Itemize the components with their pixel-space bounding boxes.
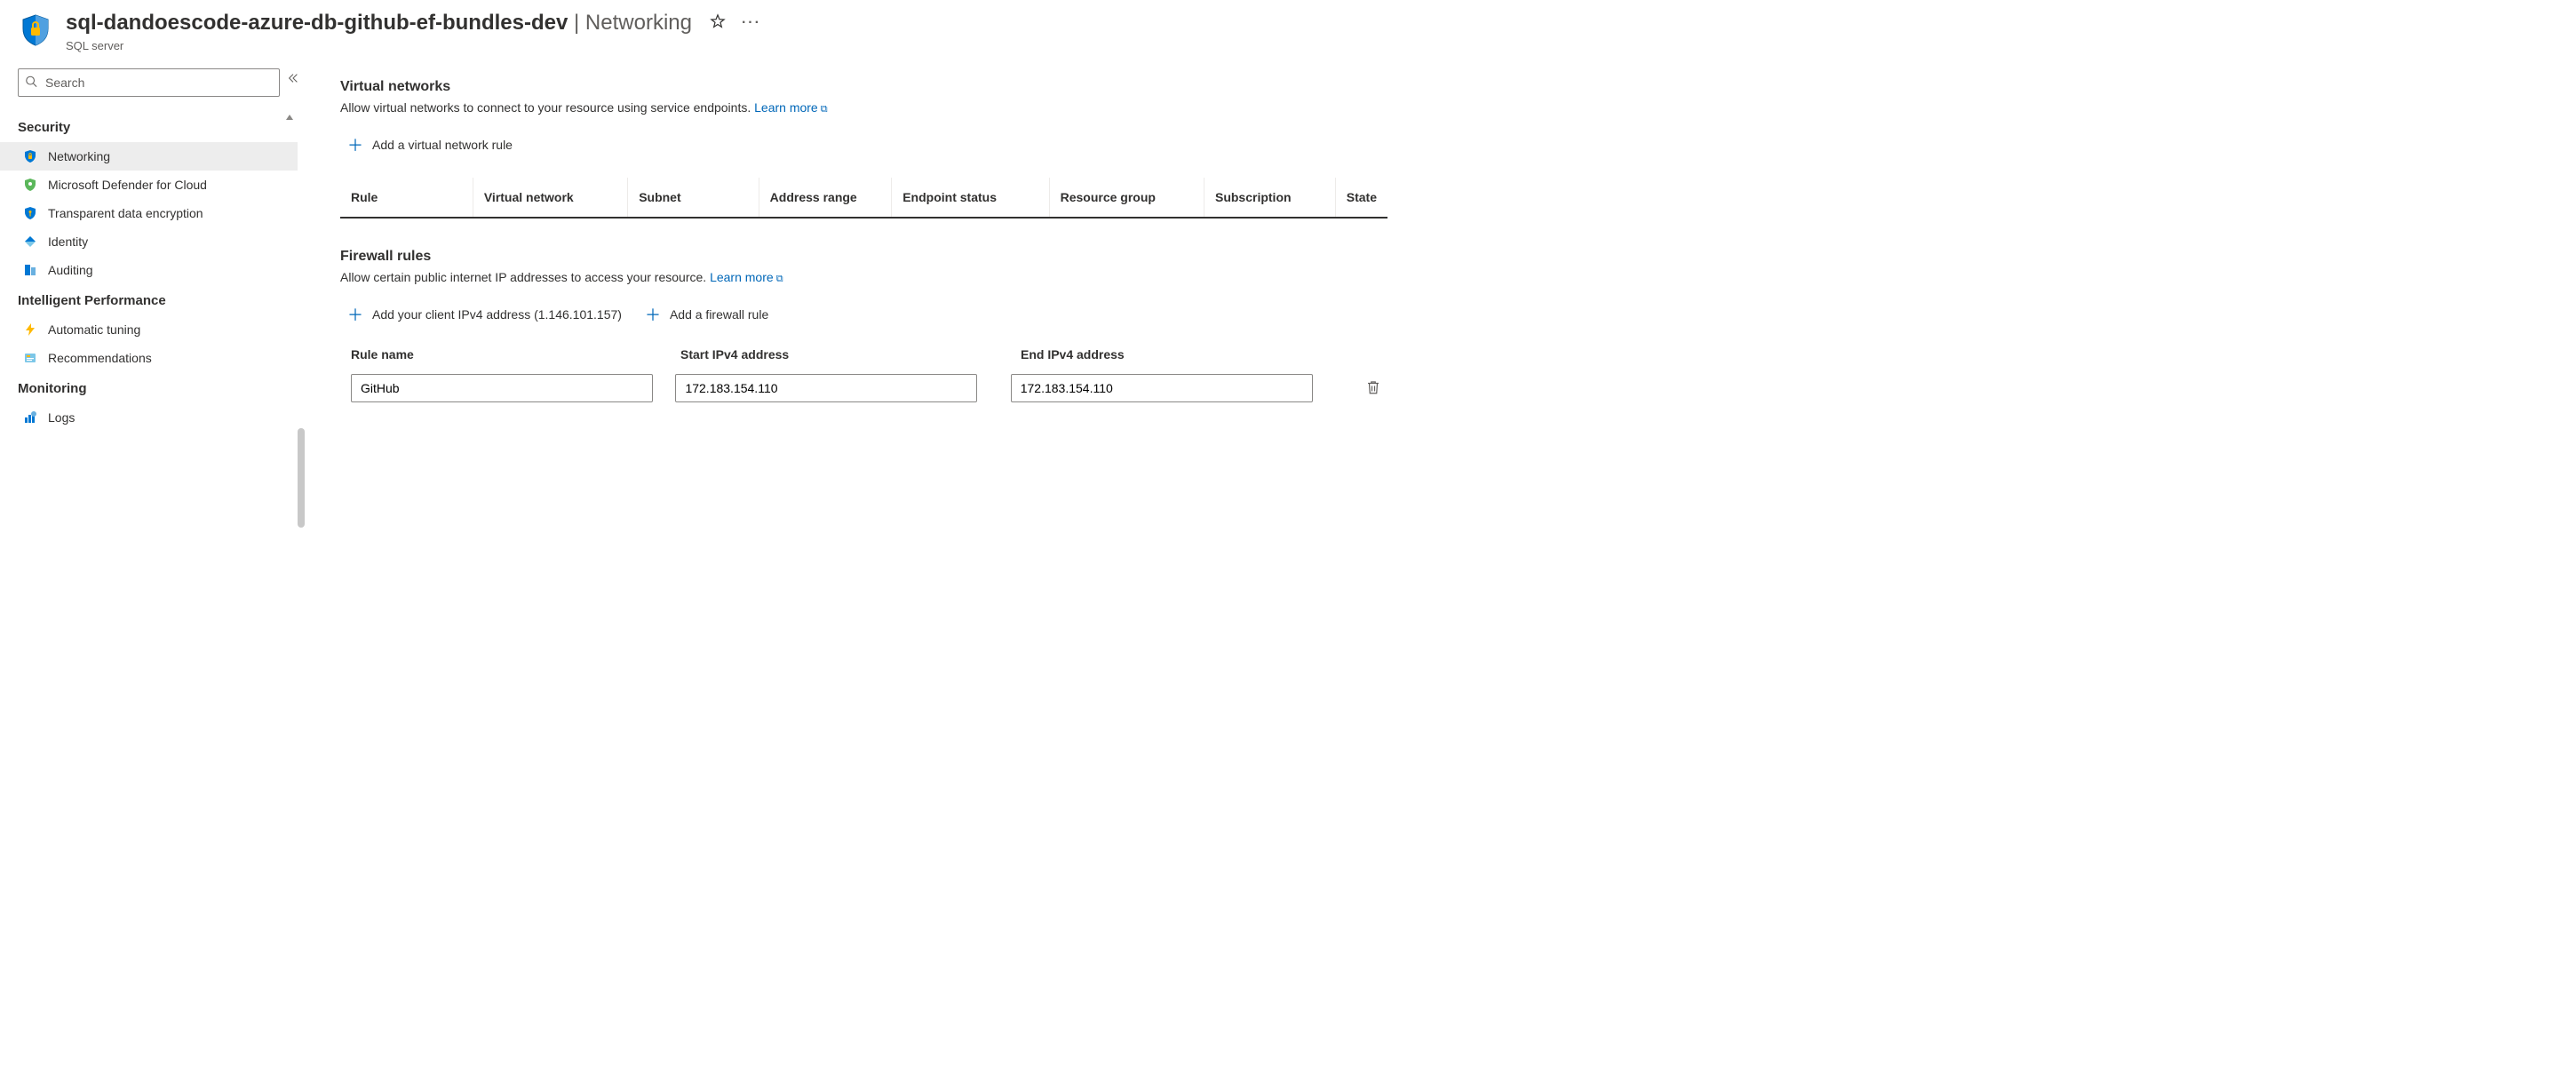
- firewall-col-start-ip: Start IPv4 address: [680, 347, 1005, 362]
- sidebar-item-label: Logs: [48, 410, 75, 425]
- identity-icon: [23, 234, 37, 249]
- firewall-section-title: Firewall rules: [340, 249, 1381, 265]
- auditing-icon: [23, 263, 37, 277]
- shield-key-icon: [23, 206, 37, 220]
- vnet-col-state[interactable]: State: [1335, 178, 1387, 218]
- add-client-ip-button[interactable]: ＋ Add your client IPv4 address (1.146.10…: [347, 301, 622, 328]
- firewall-table-header: Rule name Start IPv4 address End IPv4 ad…: [340, 347, 1381, 374]
- sidebar-item-label: Networking: [48, 149, 110, 163]
- sidebar-item-label: Automatic tuning: [48, 322, 140, 337]
- vnet-col-subnet[interactable]: Subnet: [628, 178, 759, 218]
- plus-icon: ＋: [347, 303, 363, 326]
- vnet-col-virtual-network[interactable]: Virtual network: [473, 178, 627, 218]
- firewall-section-desc: Allow certain public internet IP address…: [340, 270, 1381, 285]
- plus-icon: ＋: [347, 133, 363, 156]
- vnet-col-rule[interactable]: Rule: [340, 178, 473, 218]
- lightning-icon: [23, 322, 37, 337]
- add-vnet-rule-button[interactable]: ＋ Add a virtual network rule: [347, 131, 513, 158]
- firewall-rule-start-ip-input[interactable]: [675, 374, 977, 402]
- sidebar-item-label: Transparent data encryption: [48, 206, 203, 220]
- sidebar-group-intelligent: Intelligent Performance: [18, 284, 298, 315]
- sidebar-item-identity[interactable]: Identity: [0, 227, 298, 256]
- main-content: Virtual networks Allow virtual networks …: [298, 60, 1390, 420]
- sidebar-scrollbar-thumb[interactable]: [298, 428, 305, 528]
- vnet-col-resource-group[interactable]: Resource group: [1049, 178, 1204, 218]
- sidebar-item-auditing[interactable]: Auditing: [0, 256, 298, 284]
- search-icon: [25, 76, 37, 91]
- sidebar-item-label: Microsoft Defender for Cloud: [48, 178, 207, 192]
- add-firewall-rule-button[interactable]: ＋ Add a firewall rule: [645, 301, 768, 328]
- sidebar-group-monitoring: Monitoring: [18, 372, 298, 403]
- sidebar-item-networking[interactable]: Networking: [0, 142, 298, 171]
- firewall-col-end-ip: End IPv4 address: [1021, 347, 1345, 362]
- blade-title: Networking: [585, 11, 692, 35]
- plus-icon: ＋: [645, 303, 661, 326]
- sidebar-item-label: Recommendations: [48, 351, 152, 365]
- delete-firewall-rule-icon[interactable]: [1365, 379, 1381, 398]
- firewall-col-rule-name: Rule name: [340, 347, 664, 362]
- vnet-section-title: Virtual networks: [340, 79, 1381, 95]
- more-actions-icon[interactable]: ···: [742, 15, 761, 31]
- vnet-rules-table: Rule Virtual network Subnet Address rang…: [340, 178, 1387, 219]
- resource-name: sql-dandoescode-azure-db-github-ef-bundl…: [66, 11, 568, 35]
- sidebar: Security Networking Microsoft Defender f…: [0, 60, 298, 432]
- firewall-rule-end-ip-input[interactable]: [1011, 374, 1313, 402]
- vnet-col-subscription[interactable]: Subscription: [1204, 178, 1335, 218]
- sidebar-item-logs[interactable]: Logs: [0, 403, 298, 432]
- resource-header: sql-dandoescode-azure-db-github-ef-bundl…: [0, 0, 1390, 60]
- vnet-col-endpoint-status[interactable]: Endpoint status: [892, 178, 1049, 218]
- logs-icon: [23, 410, 37, 425]
- favorite-star-icon[interactable]: [710, 11, 726, 36]
- firewall-rule-name-input[interactable]: [351, 374, 653, 402]
- sidebar-group-security: Security: [18, 111, 298, 142]
- firewall-learn-more-link[interactable]: Learn more ⧉: [710, 270, 783, 284]
- shield-lock-icon: [23, 149, 37, 163]
- sidebar-item-defender[interactable]: Microsoft Defender for Cloud: [0, 171, 298, 199]
- sidebar-item-label: Identity: [48, 234, 88, 249]
- vnet-col-address-range[interactable]: Address range: [759, 178, 892, 218]
- sidebar-item-label: Auditing: [48, 263, 93, 277]
- firewall-rule-row: [340, 374, 1381, 411]
- vnet-section-desc: Allow virtual networks to connect to you…: [340, 100, 1381, 115]
- sidebar-item-recommendations[interactable]: Recommendations: [0, 344, 298, 372]
- sql-server-shield-icon: [18, 12, 53, 48]
- sidebar-item-tde[interactable]: Transparent data encryption: [0, 199, 298, 227]
- vnet-learn-more-link[interactable]: Learn more ⧉: [754, 100, 828, 115]
- sidebar-item-auto-tuning[interactable]: Automatic tuning: [0, 315, 298, 344]
- recommendations-icon: [23, 351, 37, 365]
- resource-type-label: SQL server: [66, 39, 1390, 52]
- scroll-up-icon[interactable]: [285, 111, 294, 124]
- sidebar-search-input[interactable]: [18, 68, 280, 97]
- defender-icon: [23, 178, 37, 192]
